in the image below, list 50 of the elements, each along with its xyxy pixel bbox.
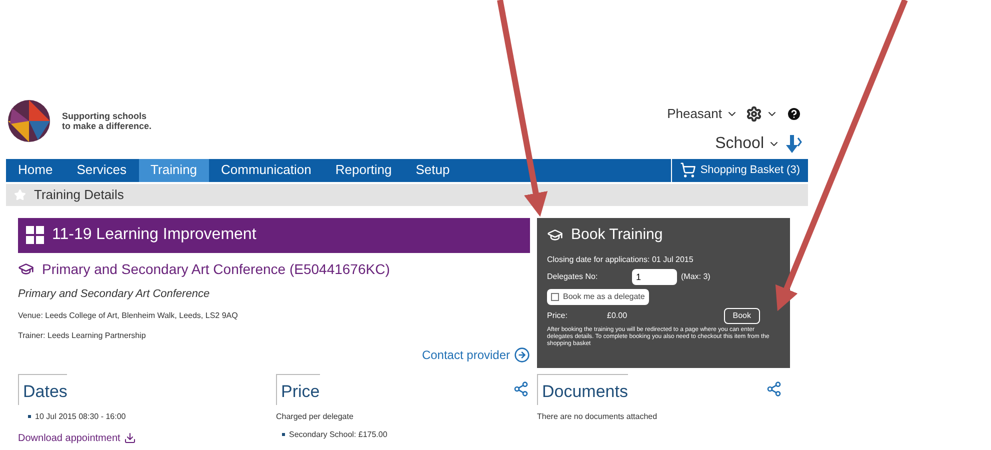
- max-text: (Max: 3): [681, 271, 710, 283]
- contact-provider-link[interactable]: Contact provider: [422, 346, 530, 364]
- venue-text: Venue: Leeds College of Art, Blenheim Walk, Leeds, LS2 9AQ: [18, 310, 239, 322]
- star-icon[interactable]: [14, 188, 26, 200]
- book-me-checkbox[interactable]: Book me as a delegate: [547, 289, 649, 305]
- breadcrumb: Training Details: [34, 186, 124, 204]
- price-item: Secondary School: £175.00: [289, 428, 388, 440]
- user-name[interactable]: Pheasant: [667, 104, 722, 124]
- price-value: £0.00: [607, 310, 628, 322]
- nav-tab[interactable]: Services: [64, 158, 139, 182]
- section-title: Price: [281, 382, 320, 400]
- course-subtitle: Primary and Secondary Art Conference: [18, 286, 211, 302]
- book-button[interactable]: Book: [724, 308, 760, 324]
- delegates-label: Delegates No:: [547, 271, 599, 283]
- tagline: to make a difference.: [62, 121, 152, 131]
- trainer-text: Trainer: Leeds Learning Partnership: [18, 330, 147, 342]
- download-appointment-link[interactable]: Download appointment: [18, 430, 276, 446]
- logo-icon: [8, 100, 50, 142]
- arrow-right-circle-icon: [514, 347, 530, 363]
- shopping-basket-button[interactable]: Shopping Basket (3): [671, 158, 808, 182]
- price-note: Charged per delegate: [276, 410, 354, 422]
- graduation-cap-icon: [547, 226, 563, 243]
- school-name[interactable]: School: [715, 132, 764, 156]
- nav-tab[interactable]: Training: [138, 158, 210, 182]
- share-icon[interactable]: [513, 381, 529, 397]
- graduation-cap-icon: [18, 261, 34, 277]
- download-icon: [124, 432, 136, 444]
- help-icon[interactable]: [786, 106, 802, 122]
- nav-tab[interactable]: Communication: [209, 158, 324, 182]
- section-title: Dates: [23, 382, 68, 400]
- category-title: 11-19 Learning Improvement: [52, 225, 256, 245]
- settings-icon[interactable]: [746, 106, 762, 122]
- documents-empty-text: There are no documents attached: [537, 410, 658, 422]
- switch-arrows-icon[interactable]: [784, 134, 802, 154]
- tagline: Supporting schools: [62, 111, 148, 121]
- bullet-icon: [282, 433, 285, 436]
- nav-tab[interactable]: Reporting: [323, 158, 404, 182]
- delegates-input[interactable]: 1: [632, 269, 677, 285]
- bullet-icon: [28, 415, 31, 418]
- closing-date: Closing date for applications: 01 Jul 2015: [547, 254, 694, 266]
- cart-icon: [680, 162, 696, 178]
- shapes-icon: [26, 226, 44, 244]
- section-title: Documents: [542, 382, 628, 400]
- nav-tab[interactable]: Setup: [404, 158, 462, 182]
- course-title: Primary and Secondary Art Conference (E50441676KC): [42, 260, 390, 279]
- nav-tab[interactable]: Home: [6, 158, 65, 182]
- price-label: Price:: [547, 310, 568, 322]
- date-text: 10 Jul 2015 08:30 - 16:00: [35, 410, 126, 422]
- panel-title: Book Training: [571, 224, 663, 244]
- share-icon[interactable]: [766, 381, 782, 397]
